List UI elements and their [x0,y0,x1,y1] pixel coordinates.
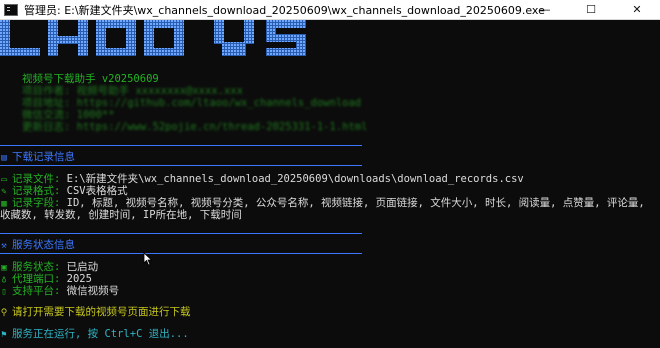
record-file-value: E:\新建文件夹\wx_channels_download_20250609\d… [66,173,524,185]
divider [0,145,362,146]
platform-value: 微信视频号 [66,285,120,297]
minimize-button[interactable]: — [522,0,568,19]
service-status-label: 服务状态: [12,261,61,273]
running-message: 服务正在运行, 按 Ctrl+C 退出... [12,328,189,340]
open-page-message: 请打开需要下载的视频号页面进行下载 [12,306,191,318]
record-file-label: 记录文件: [12,173,61,185]
ascii-banner-logo [0,20,306,56]
record-format-value: CSV表格格式 [66,185,128,197]
divider [0,253,362,254]
service-heading: 服务状态信息 [12,239,75,251]
window-controls: — ☐ ✕ [522,0,660,19]
document-icon: ▤ [1,153,7,163]
console-output[interactable]: 视频号下载助手 v20250609 项目作者: 视频号助手 xxxxxxxx@x… [0,20,660,348]
location-pin-icon: ⚑ [1,330,7,340]
project-url-line: 项目地址: https://github.com/ltaoo/wx_channe… [22,97,362,109]
record-fields-value: ID, 标题, 视频号名称, 视频号分类, 公众号名称, 视频链接, 页面链接,… [66,197,645,209]
platform-label: 支持平台: [12,285,61,297]
changelog-line: 更新日志: https://www.52pojie.cn/thread-2025… [22,121,368,133]
close-button[interactable]: ✕ [614,0,660,19]
contact-line: 微信交流: 1000** [22,109,115,121]
wrench-icon: ⚒ [1,241,7,251]
service-status-value: 已启动 [66,261,99,273]
console-icon [4,3,18,16]
proxy-port-value: 2025 [66,273,92,285]
title-bar: 管理员: E:\新建文件夹\wx_channels_download_20250… [0,0,660,20]
divider [0,165,362,166]
record-format-label: 记录格式: [12,185,61,197]
record-fields-value-continued: 收藏数, 转发数, 创建时间, IP所在地, 下载时间 [0,209,242,221]
app-name-version: 视频号下载助手 v20250609 [22,73,159,85]
search-icon: ⚲ [0,308,8,318]
proxy-port-label: 代理端口: [12,273,61,285]
record-fields-label: 记录字段: [12,197,61,209]
phone-icon: ▯ [1,287,7,297]
mouse-cursor-icon [143,252,153,266]
records-heading: 下载记录信息 [12,151,75,163]
divider [0,233,362,234]
maximize-button[interactable]: ☐ [568,0,614,19]
window-title: 管理员: E:\新建文件夹\wx_channels_download_20250… [24,3,545,17]
project-author-line: 项目作者: 视频号助手 xxxxxxxx@xxxx.xxx [22,85,243,97]
